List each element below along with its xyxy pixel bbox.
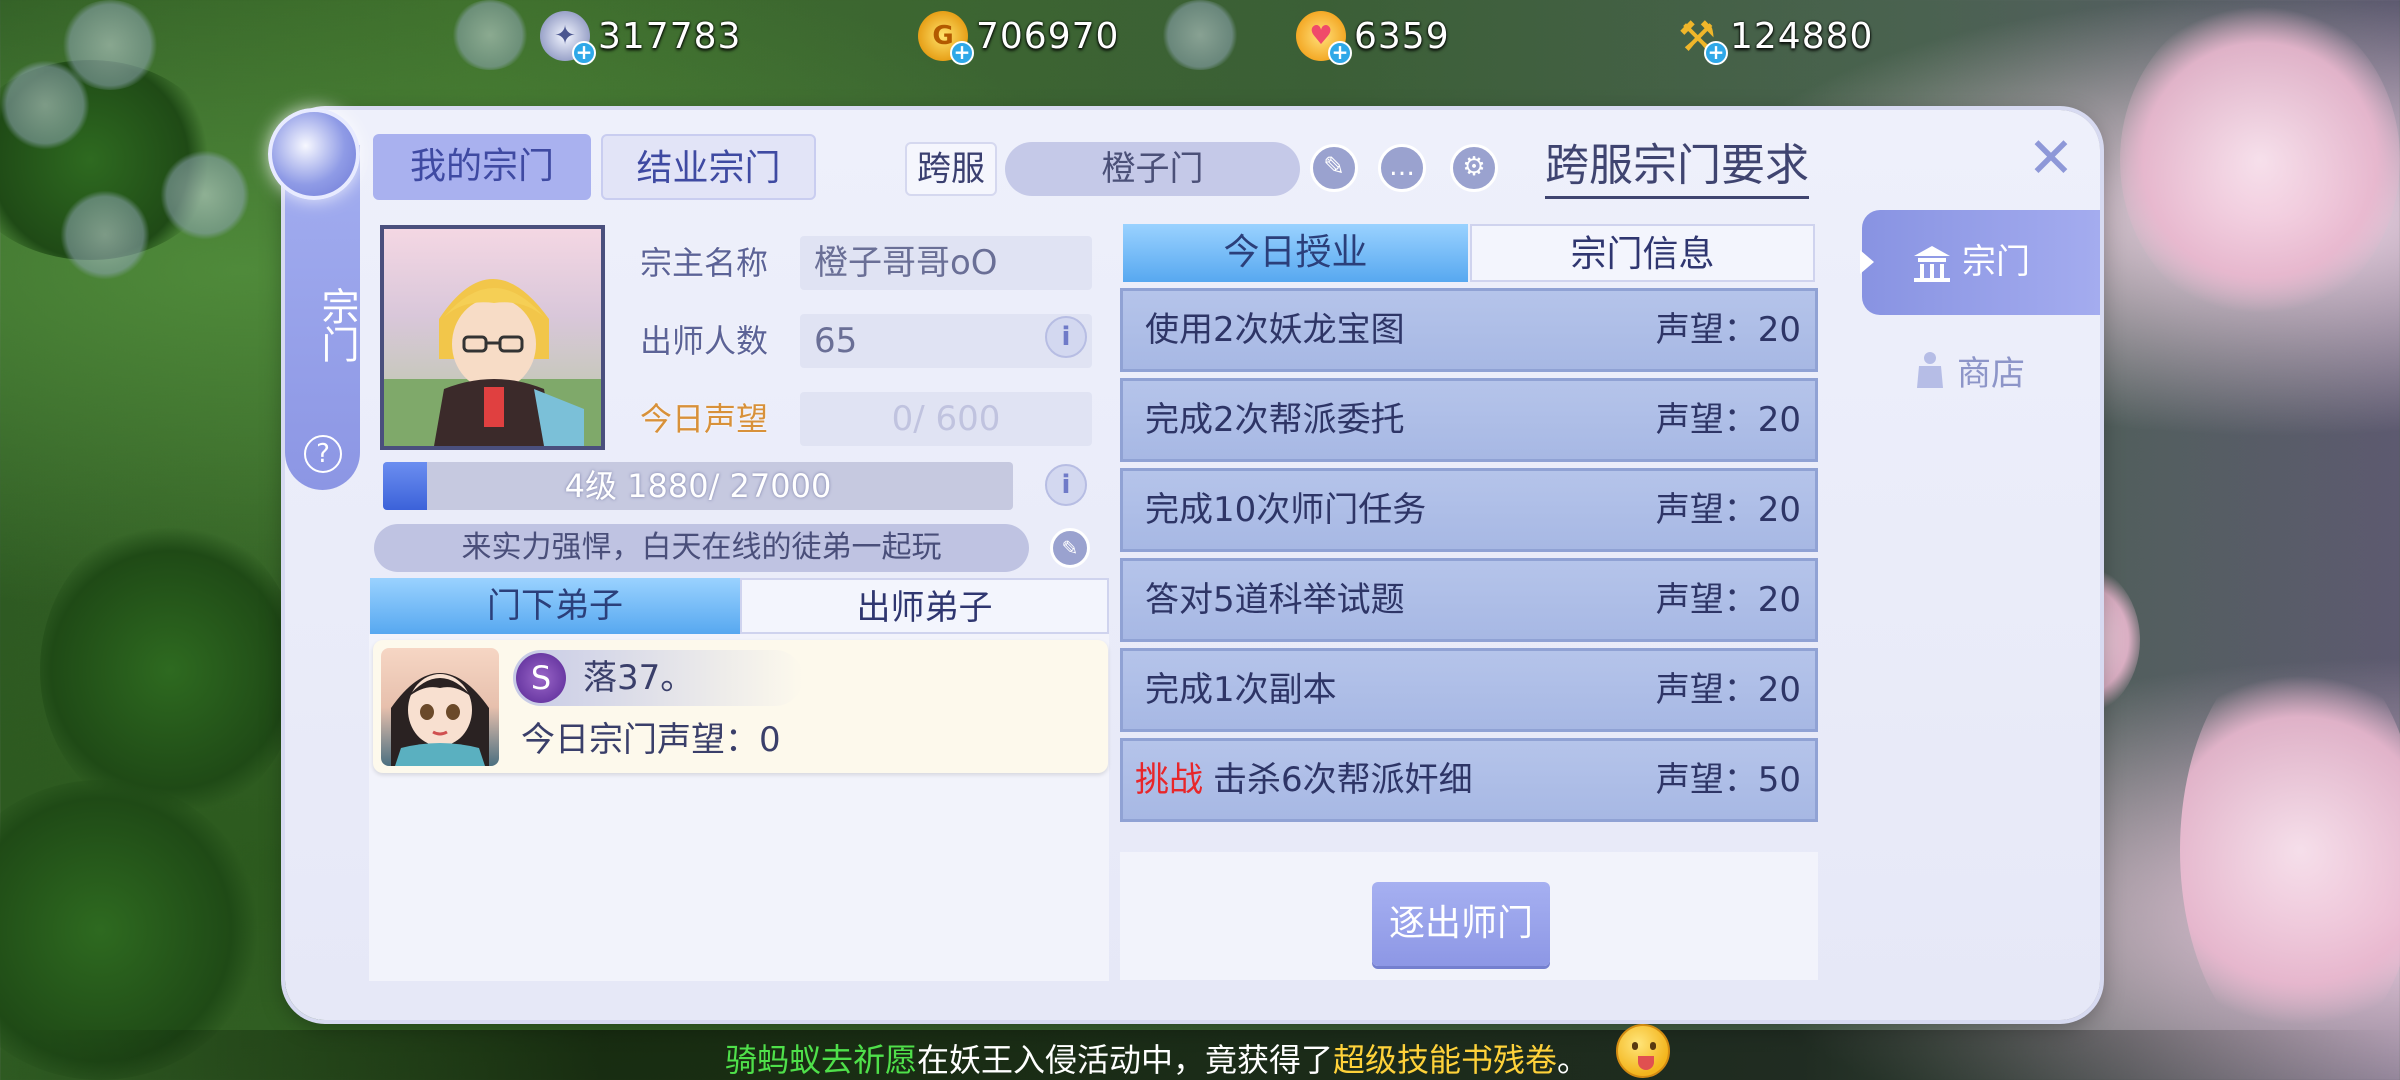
tile-marker (0, 60, 90, 150)
task-reward: 声望：20 (1655, 310, 1801, 350)
level-progress-bar: 4级 1880/ 27000 (383, 462, 1013, 510)
plus-icon[interactable]: + (950, 41, 974, 65)
task-row: 挑战 击杀6次帮派奸细 声望：50 (1120, 738, 1818, 822)
list-item[interactable]: S 落37。 今日宗门声望：0 (373, 640, 1108, 773)
task-text: 使用2次妖龙宝图 (1135, 291, 1405, 369)
currency-bar: ✦ + 317783 G + 706970 ♥ + 6359 ⚒ + 124880 (0, 0, 2400, 70)
edit-pencil-icon[interactable]: ✎ (1310, 144, 1358, 192)
task-text: 完成1次副本 (1135, 651, 1337, 729)
disciple-avatar (381, 648, 499, 766)
disciple-reputation: 今日宗门声望：0 (521, 720, 781, 760)
master-name-label: 宗主名称 (640, 244, 769, 282)
task-description: 击杀6次帮派奸细 (1213, 760, 1473, 800)
moon-emblem-icon (268, 108, 360, 200)
task-description: 使用2次妖龙宝图 (1145, 310, 1405, 350)
chevron-right-icon (1860, 250, 1874, 274)
broadcast-bar: 骑蚂蚁去祈愿在妖王入侵活动中，竟获得了超级技能书残卷。 (0, 1030, 2400, 1080)
nav-shop-label: 商店 (1957, 353, 2025, 394)
level-progress-text: 4级 1880/ 27000 (564, 467, 832, 505)
close-icon[interactable]: ✕ (2022, 130, 2080, 188)
broadcast-item[interactable]: 超级技能书残卷 (1333, 1041, 1557, 1079)
task-tag: 挑战 (1135, 760, 1203, 800)
silver-coin-icon: ✦ + (540, 11, 596, 65)
today-reputation-label: 今日声望 (640, 400, 769, 438)
task-text: 完成10次师门任务 (1135, 471, 1426, 549)
plus-icon[interactable]: + (572, 41, 596, 65)
info-icon[interactable]: i (1045, 316, 1087, 358)
broadcast-player[interactable]: 骑蚂蚁去祈愿 (725, 1041, 917, 1079)
broadcast-end: 。 (1557, 1041, 1590, 1079)
task-reward: 声望：20 (1655, 400, 1801, 440)
task-row: 答对5道科举试题 声望：20 (1120, 558, 1818, 642)
gold-coin-icon: G + (918, 11, 974, 65)
currency-value: 124880 (1730, 15, 1874, 57)
broadcast-message: 骑蚂蚁去祈愿在妖王入侵活动中，竟获得了超级技能书残卷。 (725, 1030, 1589, 1080)
task-description: 答对5道科举试题 (1145, 580, 1405, 620)
task-text: 答对5道科举试题 (1135, 561, 1405, 639)
golden-hammer-icon: ⚒ + (1672, 11, 1728, 65)
task-description: 完成1次副本 (1145, 670, 1337, 710)
broadcast-text: 在妖王入侵活动中，竟获得了 (917, 1041, 1334, 1079)
edit-motto-pencil-icon[interactable]: ✎ (1050, 528, 1090, 568)
tab-my-sect[interactable]: 我的宗门 (373, 134, 591, 200)
nav-sect[interactable]: 宗门 (1860, 210, 2100, 315)
task-reward: 声望：20 (1655, 490, 1801, 530)
expel-from-sect-button[interactable]: 逐出师门 (1372, 882, 1550, 966)
tab-current-disciples[interactable]: 门下弟子 (370, 578, 740, 634)
currency-value: 706970 (976, 15, 1120, 57)
tab-today-teaching[interactable]: 今日授业 (1123, 224, 1468, 282)
task-row: 完成10次师门任务 声望：20 (1120, 468, 1818, 552)
heart-icon: ♥ + (1296, 11, 1352, 65)
task-description: 完成10次师门任务 (1145, 490, 1427, 530)
currency-heart[interactable]: ♥ + 6359 (1296, 8, 1450, 65)
task-text: 完成2次帮派委托 (1135, 381, 1405, 459)
nav-sect-label: 宗门 (1962, 242, 2030, 282)
tab-graduated-sect[interactable]: 结业宗门 (601, 134, 816, 200)
emoji-icon (1616, 1024, 1670, 1078)
master-avatar[interactable] (380, 225, 605, 450)
nav-shop[interactable]: 商店 (1915, 340, 2025, 400)
task-row: 使用2次妖龙宝图 声望：20 (1120, 288, 1818, 372)
task-row: 完成1次副本 声望：20 (1120, 648, 1818, 732)
task-reward: 声望：20 (1655, 670, 1801, 710)
tab-graduated-disciples[interactable]: 出师弟子 (740, 578, 1109, 634)
tile-marker (160, 150, 250, 240)
currency-silver[interactable]: ✦ + 317783 (540, 8, 742, 65)
level-info-icon[interactable]: i (1045, 464, 1087, 506)
pavilion-icon (1914, 246, 1950, 282)
cross-sect-requirement-link[interactable]: 跨服宗门要求 (1545, 136, 1809, 199)
plus-icon[interactable]: + (1704, 41, 1728, 65)
master-portrait-icon (384, 279, 601, 446)
currency-hammer[interactable]: ⚒ + 124880 (1672, 8, 1874, 65)
task-reward: 声望：50 (1655, 760, 1801, 800)
sect-motto: 来实力强悍，白天在线的徒弟一起玩 (374, 524, 1029, 572)
blossom-decoration (2180, 640, 2400, 1060)
task-text: 挑战 击杀6次帮派奸细 (1135, 741, 1473, 819)
graduates-label: 出师人数 (640, 322, 769, 360)
currency-gold[interactable]: G + 706970 (918, 8, 1120, 65)
tile-marker (60, 190, 150, 280)
task-description: 完成2次帮派委托 (1145, 400, 1405, 440)
master-name-field: 橙子哥哥oO (800, 236, 1092, 290)
sect-name-field: 橙子门 (1005, 142, 1300, 196)
sect-emblem-icon: S (516, 653, 566, 703)
help-button[interactable]: ? (304, 435, 342, 473)
disciple-portrait-icon (391, 673, 489, 766)
currency-value: 317783 (598, 15, 742, 57)
task-row: 完成2次帮派委托 声望：20 (1120, 378, 1818, 462)
chat-bubble-icon[interactable]: … (1378, 144, 1426, 192)
cross-server-label: 跨服 (905, 142, 997, 196)
tree-decoration (40, 520, 300, 820)
today-reputation-field: 0/ 600 (800, 392, 1092, 446)
plus-icon[interactable]: + (1328, 41, 1352, 65)
tab-sect-info[interactable]: 宗门信息 (1470, 224, 1815, 282)
disciple-name: 落37。 (583, 658, 695, 698)
currency-value: 6359 (1354, 15, 1450, 57)
gear-icon[interactable]: ⚙ (1450, 144, 1498, 192)
sidebar-title: 宗门 (315, 287, 359, 363)
shop-bag-icon (1917, 352, 1943, 388)
task-reward: 声望：20 (1655, 580, 1801, 620)
